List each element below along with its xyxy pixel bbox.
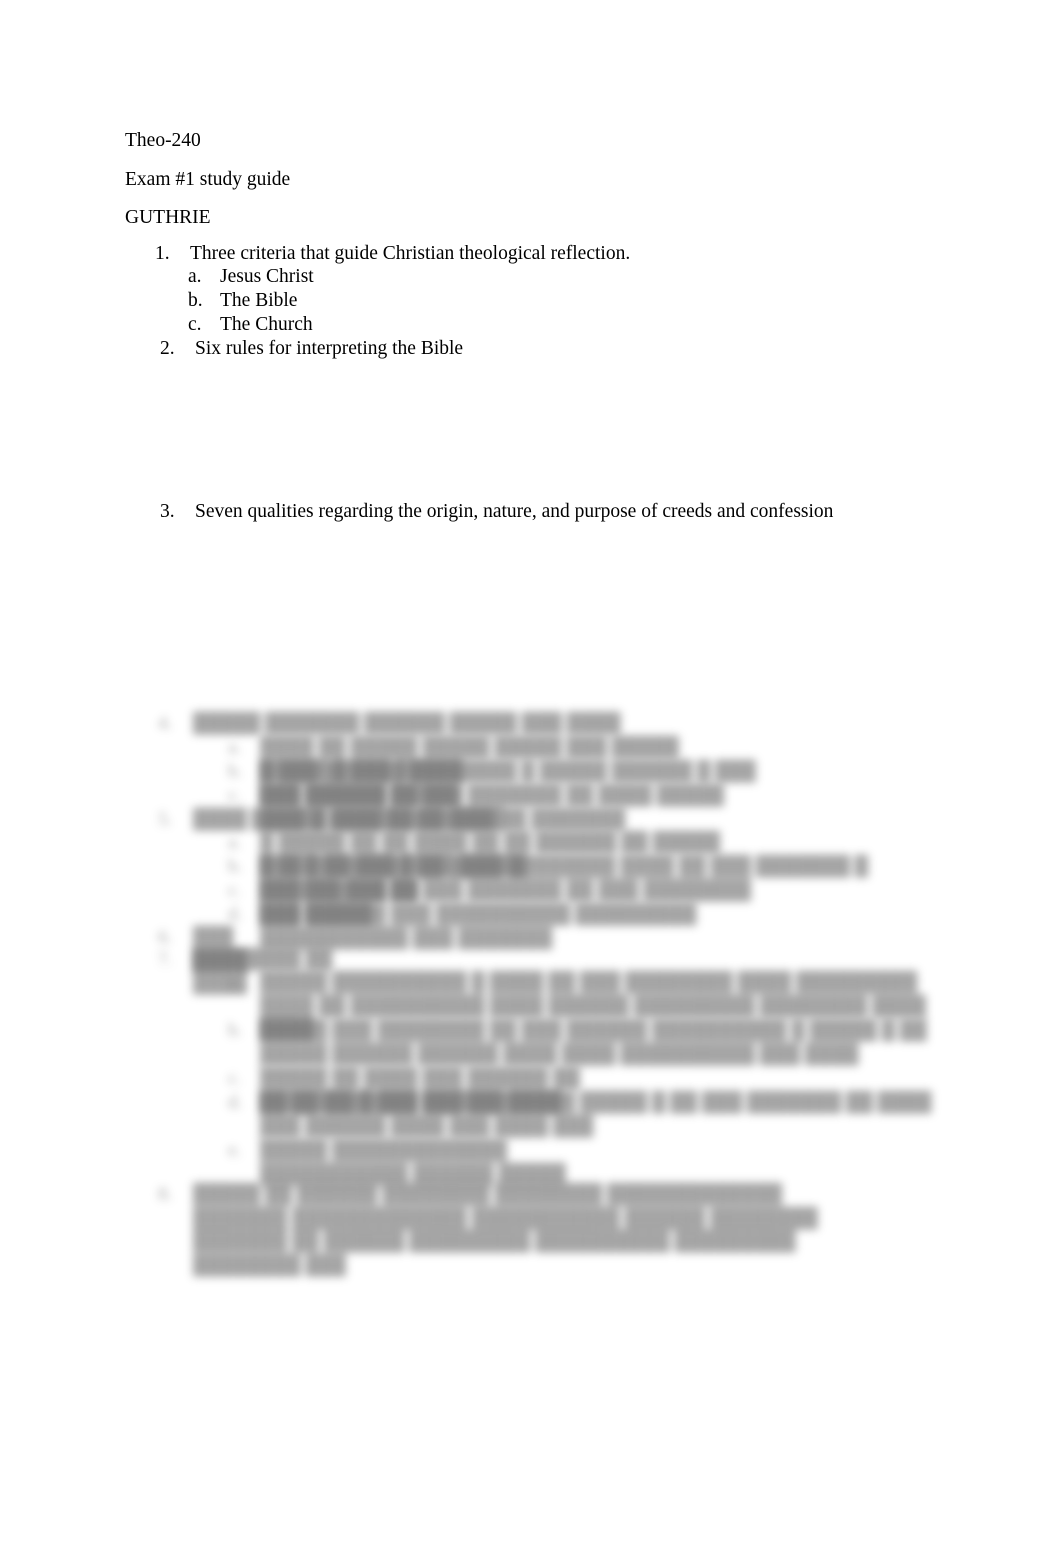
blurred-text: ████████ ██ ████ — [193, 949, 338, 994]
blurred-item-7c: c. █████ ██ ████ ███ ██████ ██ ███████ █… — [228, 1067, 658, 1114]
blurred-text: ████ ████ █ ████ ████████ ██ ███████ — [193, 809, 626, 830]
outline-subitem-text: The Bible — [220, 290, 298, 311]
outline-item-text: Seven qualities regarding the origin, na… — [195, 501, 834, 522]
list-marker: a. — [188, 266, 202, 287]
blurred-text: █████ █████████████ ███████████ ██████ █… — [260, 1140, 566, 1185]
blurred-text: ███ ██████ ███ ██████████ █████████ ████… — [260, 904, 702, 949]
outline-item-text: Six rules for interpreting the Bible — [195, 338, 464, 359]
list-marker: b. — [188, 290, 203, 311]
list-marker: c. — [228, 785, 242, 806]
blurred-item-4a: a. ████ ██ █████ █████ █████ ███ █████ █… — [228, 736, 748, 783]
list-marker: c. — [228, 1068, 242, 1089]
list-marker: d. — [228, 1092, 243, 1113]
blurred-text: █ ███ ██████ ████████ █ █████ ██████ █ █… — [260, 761, 761, 806]
document-page: Theo-240 Exam #1 study guide GUTHRIE 1. … — [0, 0, 1062, 1561]
list-marker: 8. — [158, 1184, 173, 1205]
blurred-text: █████ ██████████ █ ████ ██ ███ ████████ … — [260, 972, 931, 1040]
blurred-text: ███ ████ — [193, 927, 247, 972]
outline-subitem-text: The Church — [220, 314, 313, 335]
outline-item-1c: c. The Church — [188, 313, 313, 338]
blurred-text: ████ ██ █████ █████ █████ ███ █████ ████… — [260, 737, 684, 782]
blurred-text: ███ ██████ ██ ███ █████ — [260, 880, 423, 925]
list-marker: d. — [228, 904, 243, 925]
blurred-text: █████ ███████ ██████ █████ ███ ████ — [193, 713, 621, 734]
list-marker: 6. — [158, 927, 173, 948]
blurred-text: ███ ██████ ██ ███ ███████ ██ ████ █████ … — [260, 785, 729, 830]
blurred-item-5d: d. ███ ██████ ███ ██████████ █████████ █… — [228, 903, 728, 950]
blurred-text: █ █████ ██ ██ ████ ██ ██ ██████ ██ █████… — [260, 832, 725, 877]
blurred-item-4c: c. ███ ██████ ██ ███ ███████ ██ ████ ███… — [228, 784, 748, 831]
author-name-line: GUTHRIE — [125, 207, 211, 228]
list-marker: a. — [228, 737, 242, 758]
outline-item-3: 3. Seven qualities regarding the origin,… — [160, 500, 833, 525]
blurred-text: ███ ████████ ██ ████ ████████ ████ ██ ██… — [260, 856, 873, 901]
outline-item-1a: a. Jesus Christ — [188, 265, 314, 290]
list-marker: 5. — [158, 809, 173, 830]
exam-title-line: Exam #1 study guide — [125, 168, 291, 190]
blurred-item-8: 8. █████ ██ ██████ ████████ ████████ ███… — [158, 1183, 878, 1277]
list-marker: e. — [228, 1140, 242, 1161]
blurred-text: █████ ██ ████ ███ ██████ ██ ███████ █ ██… — [260, 1068, 585, 1113]
list-marker: c. — [188, 314, 202, 335]
blurred-text: ██ ██ ███████ ███ ████████ █████ █ ██ ██… — [260, 1092, 937, 1137]
list-marker: 2. — [160, 338, 175, 359]
course-code-line: Theo-240 — [125, 130, 201, 151]
list-marker: b. — [228, 761, 243, 782]
list-marker: 1. — [155, 243, 170, 264]
blurred-text: █████ ██ ██████ ████████ ████████ ██████… — [193, 1184, 823, 1276]
blurred-item-6: 6. ███ ████ — [158, 926, 288, 973]
list-marker: a. — [228, 972, 242, 993]
list-marker: 7. — [158, 949, 173, 970]
blurred-item-5b: b. ███ ████████ ██ ████ ████████ ████ ██… — [228, 855, 928, 902]
outline-subitem-text: Jesus Christ — [220, 266, 314, 287]
list-marker: b. — [228, 1020, 243, 1041]
blurred-item-7a: a. █████ ██████████ █ ████ ██ ███ ██████… — [228, 971, 933, 1042]
blurred-item-7e: e. █████ █████████████ ███████████ █████… — [228, 1139, 618, 1186]
blurred-text: █████ ███ ████████ ██ ███ ██████ ███████… — [260, 1020, 932, 1065]
outline-item-1b: b. The Bible — [188, 289, 297, 314]
blurred-item-7: 7. ████████ ██ ████ — [158, 948, 378, 995]
blurred-item-7b: b. █████ ███ ████████ ██ ███ ██████ ████… — [228, 1019, 933, 1066]
list-marker: c. — [228, 880, 242, 901]
outline-item-text: Three criteria that guide Christian theo… — [190, 243, 631, 264]
document-header: Theo-240 Exam #1 study guide GUTHRIE — [125, 122, 945, 238]
outline-item-1: 1. Three criteria that guide Christian t… — [155, 242, 630, 267]
blurred-item-5c: c. ███ ██████ ██ ███ █████ — [228, 879, 458, 926]
outline-item-2: 2. Six rules for interpreting the Bible — [160, 337, 463, 362]
blurred-item-5: 5. ████ ████ █ ████ ████████ ██ ███████ — [158, 808, 628, 832]
list-marker: a. — [228, 832, 242, 853]
blurred-item-4b: b. █ ███ ██████ ████████ █ █████ ██████ … — [228, 760, 778, 807]
blurred-item-5a: a. █ █████ ██ ██ ████ ██ ██ ██████ ██ ██… — [228, 831, 728, 878]
list-marker: 4. — [158, 713, 173, 734]
list-marker: b. — [228, 856, 243, 877]
blurred-item-4: 4. █████ ███████ ██████ █████ ███ ████ — [158, 712, 778, 736]
blurred-item-7d: d. ██ ██ ███████ ███ ████████ █████ █ ██… — [228, 1091, 933, 1138]
list-marker: 3. — [160, 501, 175, 522]
